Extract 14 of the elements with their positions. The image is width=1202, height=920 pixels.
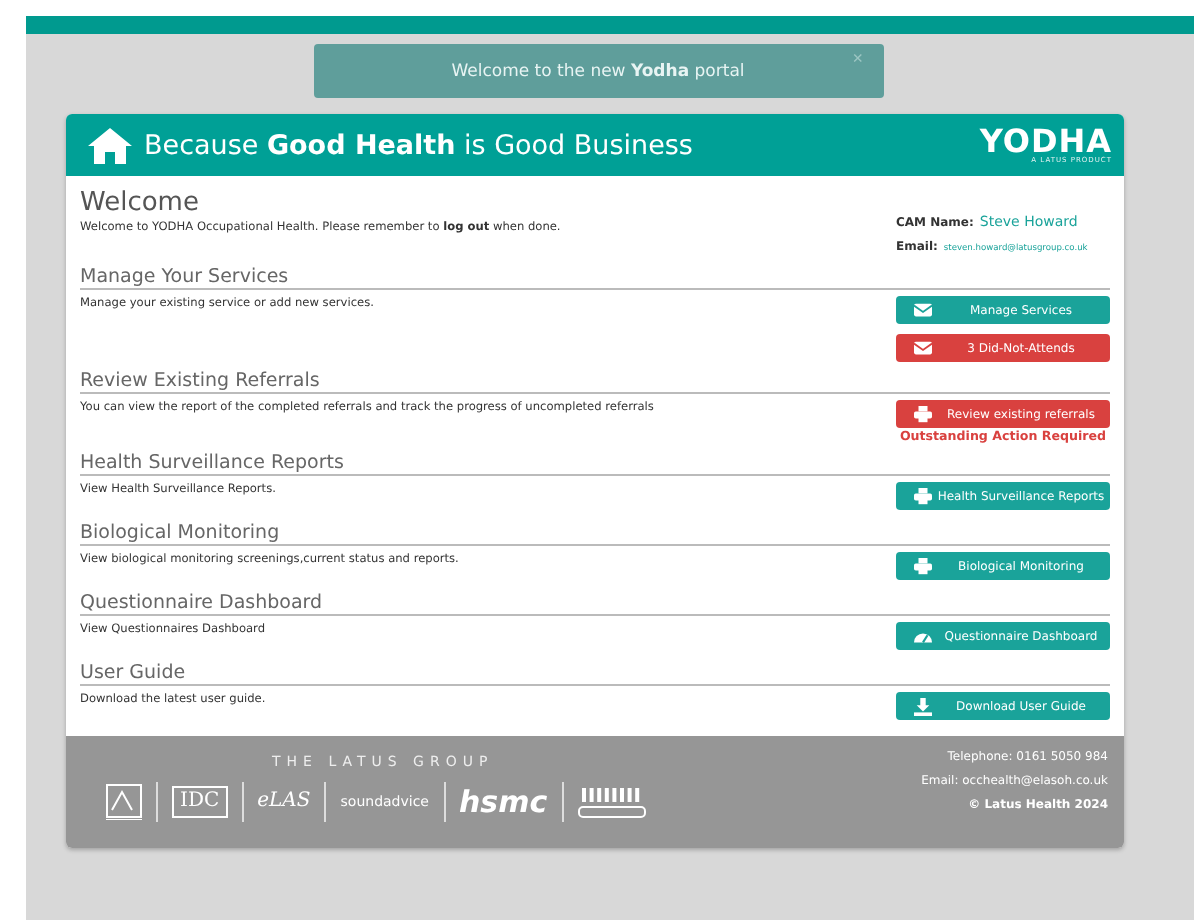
notice-text: Welcome to the new Yodha portal [451,61,745,81]
partner-logo: eLAS [257,788,311,816]
welcome-heading: Welcome [80,188,201,218]
section-heading: Biological Monitoring [80,522,1110,546]
tagline: Because Good Health is Good Business [144,129,695,161]
section-heading: Questionnaire Dashboard [80,592,1110,616]
partner-logo: IDC [172,786,228,818]
section-heading: Review Existing Referrals [80,370,1110,394]
logo-text: YODHA [979,126,1112,156]
section-heading: Manage Your Services [80,266,1110,290]
close-button[interactable]: × [852,50,863,68]
partner-logo: hsmc [459,788,548,816]
section-heading: User Guide [80,662,1110,686]
section-heading: Health Surveillance Reports [80,452,1110,476]
